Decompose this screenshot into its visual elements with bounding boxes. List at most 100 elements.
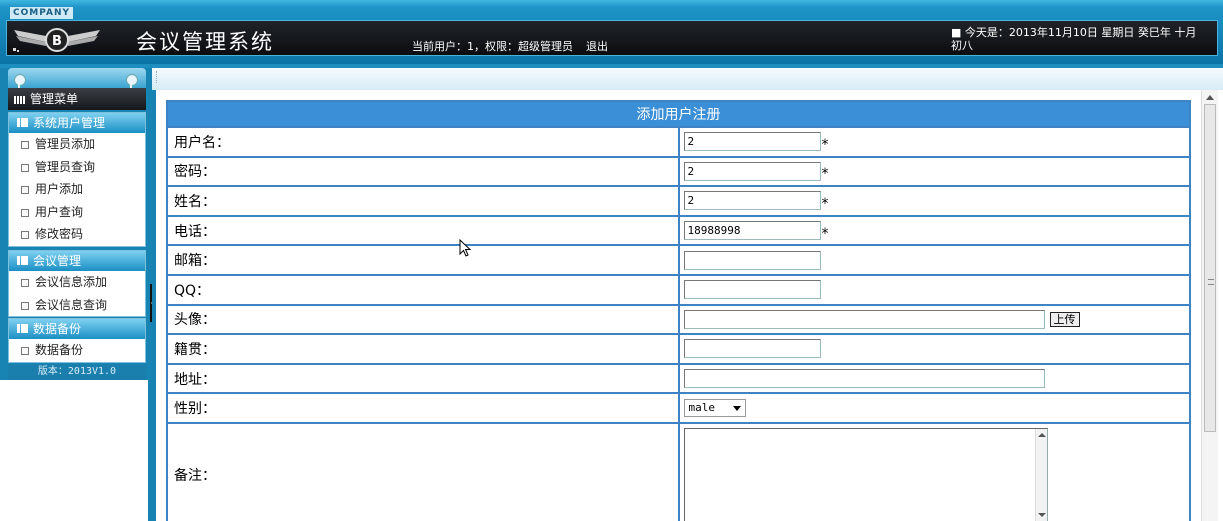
- form-row-password: 密码： 2 *: [166, 155, 1191, 188]
- group-title-label: 数据备份: [33, 322, 82, 336]
- logo-wings-icon: B: [13, 28, 100, 52]
- page-scrollbar[interactable]: [1201, 90, 1218, 521]
- sidebar-item-user-query[interactable]: 用户查询: [9, 201, 145, 224]
- name-input[interactable]: 2: [683, 191, 821, 211]
- sidebar-item-label: 用户查询: [35, 204, 84, 219]
- menu-grid-icon: [14, 96, 26, 104]
- form-row-address: 地址：: [166, 362, 1191, 395]
- group-title[interactable]: 会议管理: [9, 251, 145, 271]
- group-title-label: 会议管理: [33, 254, 82, 268]
- phone-input[interactable]: 18988998: [683, 221, 821, 241]
- logout-link[interactable]: 退出: [586, 38, 608, 54]
- sidebar-item-label: 管理员查询: [35, 159, 96, 174]
- scroll-up-icon[interactable]: [1206, 95, 1214, 100]
- sidebar-item-change-password[interactable]: 修改密码: [9, 223, 145, 246]
- group-meeting-management: 会议管理 会议信息添加 会议信息查询: [8, 250, 146, 317]
- item-page-icon: [21, 347, 29, 355]
- sidebar-blank-area: [0, 380, 152, 521]
- item-page-icon: [21, 208, 29, 217]
- scrollbar-thumb[interactable]: [1204, 104, 1216, 432]
- field-label: 电话：: [166, 214, 680, 247]
- menu-title: 管理菜单: [8, 88, 146, 110]
- current-user-info: 当前用户：1，权限：超级管理员: [412, 40, 573, 53]
- field-label: 地址：: [166, 362, 680, 395]
- form-title: 添加用户注册: [166, 100, 1191, 128]
- today-date: ■ 今天是：2013年11月10日 星期日 癸巳年 十月初八: [951, 26, 1197, 52]
- sidebar-item-user-add[interactable]: 用户添加: [9, 178, 145, 201]
- form-row-phone: 电话： 18988998 *: [166, 214, 1191, 247]
- sidebar-item-label: 数据备份: [35, 343, 84, 357]
- item-page-icon: [21, 301, 29, 310]
- password-input[interactable]: 2: [683, 161, 821, 181]
- group-icon: [17, 324, 28, 333]
- address-input[interactable]: [683, 369, 1045, 389]
- required-mark: *: [821, 195, 829, 212]
- sidebar-item-label: 用户添加: [35, 182, 84, 196]
- sidebar-item-data-backup[interactable]: 数据备份: [9, 339, 145, 362]
- content-toolbar: [146, 68, 1223, 90]
- form-row-username: 用户名： 2 *: [166, 126, 1191, 158]
- group-user-management: 系统用户管理 管理员添加 管理员查询 用户添加 用户查询 修改密码: [8, 112, 146, 247]
- hometown-input[interactable]: [683, 339, 821, 359]
- item-page-icon: [21, 279, 29, 287]
- sidebar-item-label: 会议信息查询: [35, 297, 108, 312]
- header-bar: COMPANY B 会议管理系统 当前用户：1，权限：超级管理员 退出 ■ 今天…: [0, 0, 1223, 64]
- sidebar-item-admin-add[interactable]: 管理员添加: [9, 133, 145, 156]
- upload-button[interactable]: 上传: [1049, 311, 1080, 327]
- required-mark: *: [821, 136, 829, 153]
- sidebar-item-label: 修改密码: [35, 227, 84, 241]
- group-icon: [17, 256, 28, 265]
- field-label: 用户名：: [166, 126, 680, 158]
- form-row-qq: QQ：: [166, 273, 1191, 306]
- company-badge: COMPANY: [10, 7, 73, 19]
- sidebar-item-label: 管理员添加: [35, 137, 96, 151]
- thumb-grip-icon: [1208, 279, 1214, 285]
- required-mark: *: [821, 166, 829, 183]
- version-label: 版本：2013V1.0: [8, 364, 146, 380]
- mouse-cursor-icon: [459, 239, 472, 257]
- form-row-hometown: 籍贯：: [166, 333, 1191, 365]
- required-mark: *: [821, 225, 829, 242]
- field-label: QQ：: [166, 273, 680, 306]
- menu-title-label: 管理菜单: [30, 92, 79, 106]
- form-row-avatar: 头像： 上传: [166, 303, 1191, 336]
- sidebar-item-meeting-query[interactable]: 会议信息查询: [9, 294, 145, 317]
- item-page-icon: [21, 186, 29, 194]
- form-row-gender: 性别： male: [166, 392, 1191, 424]
- field-label: 密码：: [166, 155, 680, 188]
- group-data-backup: 数据备份 数据备份: [8, 318, 146, 363]
- gender-select[interactable]: male: [683, 399, 746, 418]
- field-label: 备注：: [166, 421, 680, 521]
- form-row-email: 邮箱：: [166, 244, 1191, 276]
- scroll-down-icon[interactable]: [1037, 512, 1046, 517]
- item-page-icon: [21, 141, 29, 149]
- user-register-form: 添加用户注册 用户名： 2 * 密码： 2 * 姓名： 2 * 电话： 1898899…: [166, 100, 1191, 521]
- textarea-scrollbar[interactable]: [1034, 428, 1047, 521]
- group-title-label: 系统用户管理: [33, 116, 106, 130]
- qq-input[interactable]: [683, 280, 821, 300]
- group-title[interactable]: 系统用户管理: [9, 113, 145, 133]
- main-content: 添加用户注册 用户名： 2 * 密码： 2 * 姓名： 2 * 电话： 1898899…: [156, 90, 1223, 521]
- field-label: 籍贯：: [166, 333, 680, 365]
- email-input[interactable]: [683, 250, 821, 270]
- svg-text:B: B: [52, 34, 62, 49]
- field-label: 头像：: [166, 303, 680, 336]
- sidebar-item-label: 会议信息添加: [35, 275, 108, 289]
- sidebar-item-meeting-add[interactable]: 会议信息添加: [9, 271, 145, 294]
- sidebar-header: 管理菜单: [8, 68, 146, 110]
- field-label: 性别：: [166, 392, 680, 424]
- sidebar: 管理菜单 系统用户管理 管理员添加 管理员查询 用户添加 用户查询 修改密码 会…: [0, 68, 152, 521]
- group-title[interactable]: 数据备份: [9, 319, 145, 339]
- form-row-remark: 备注：: [166, 421, 1191, 521]
- remark-textarea[interactable]: [683, 427, 1048, 521]
- form-row-name: 姓名： 2 *: [166, 185, 1191, 217]
- sidebar-item-admin-query[interactable]: 管理员查询: [9, 156, 145, 179]
- field-label: 邮箱：: [166, 244, 680, 276]
- group-icon: [17, 118, 28, 127]
- username-input[interactable]: 2: [683, 132, 821, 152]
- avatar-path-input[interactable]: [683, 309, 1045, 329]
- scroll-up-icon[interactable]: [1037, 432, 1046, 437]
- item-page-icon: [21, 163, 29, 172]
- app-title: 会议管理系统: [136, 30, 274, 54]
- item-page-icon: [21, 231, 29, 239]
